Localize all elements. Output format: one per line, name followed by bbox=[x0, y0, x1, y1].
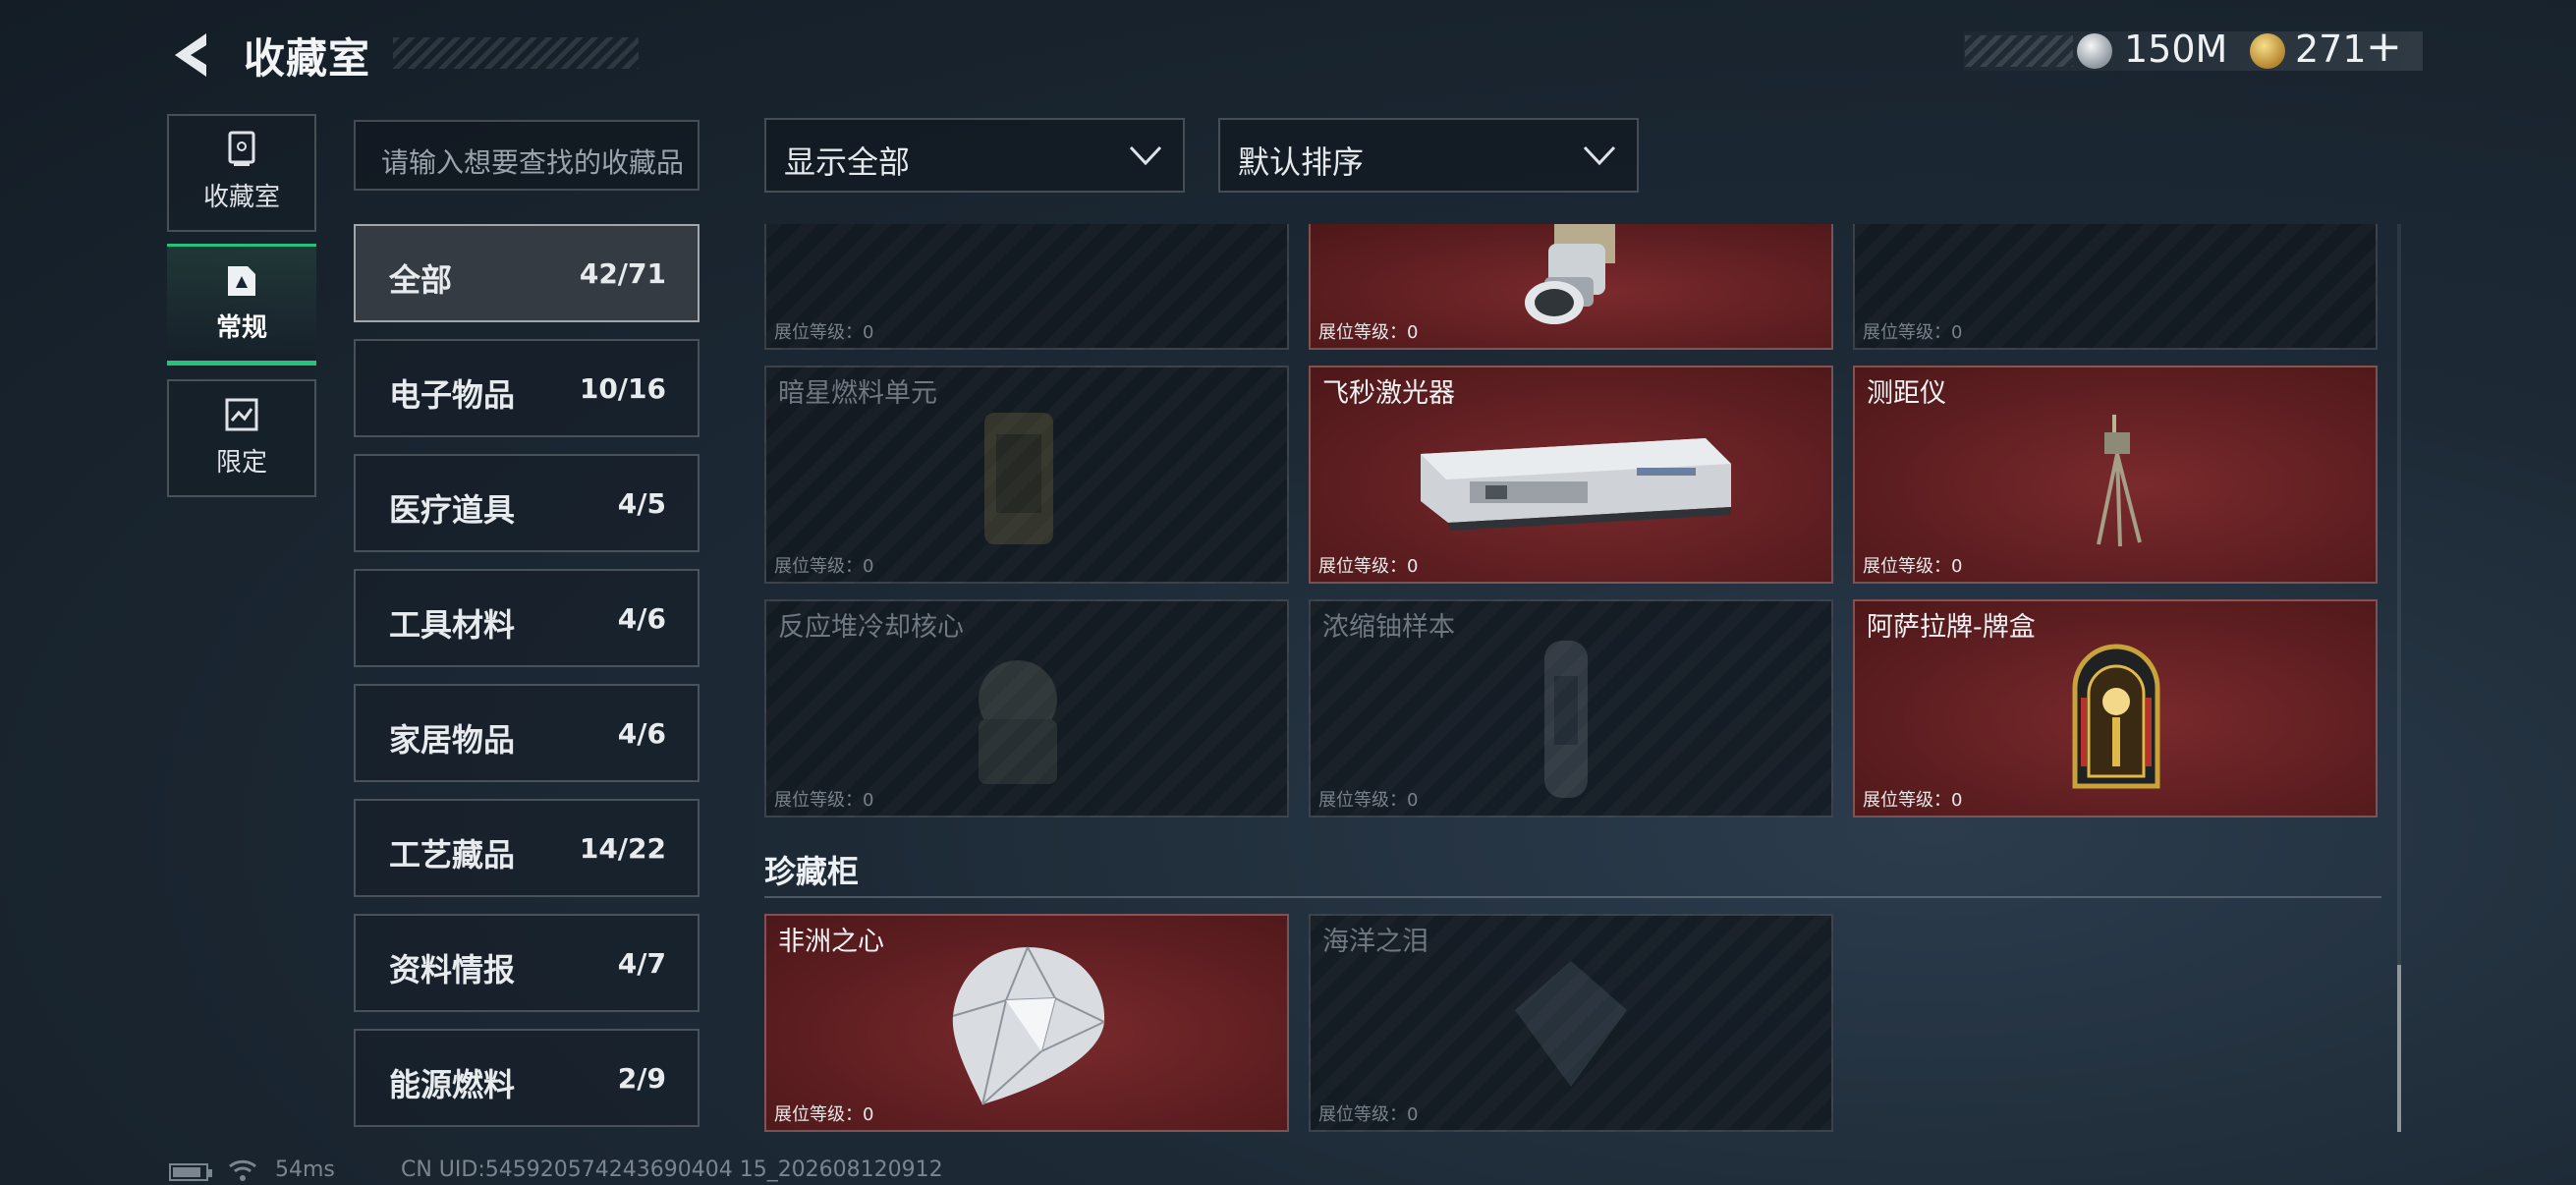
category-household[interactable]: 家居物品 4/6 bbox=[354, 684, 700, 782]
fuel-cell-icon bbox=[984, 413, 1053, 544]
category-count: 14/22 bbox=[579, 832, 666, 865]
collection-item-card[interactable]: 反应堆冷却核心 展位等级：0 bbox=[764, 599, 1289, 818]
add-currency-plus-icon[interactable]: + bbox=[2366, 26, 2402, 69]
item-name: 反应堆冷却核心 bbox=[778, 612, 964, 643]
dropdown-value: 显示全部 bbox=[784, 143, 911, 181]
side-tab-label: 限定 bbox=[215, 448, 267, 478]
item-name: 非洲之心 bbox=[778, 927, 884, 957]
category-tools[interactable]: 工具材料 4/6 bbox=[354, 569, 700, 667]
page-title: 收藏室 bbox=[244, 34, 371, 83]
category-medical[interactable]: 医疗道具 4/5 bbox=[354, 454, 700, 552]
chevron-down-icon bbox=[1129, 145, 1162, 166]
category-count: 4/5 bbox=[617, 487, 666, 520]
category-count: 4/6 bbox=[617, 602, 666, 635]
collection-item-card[interactable]: 浓缩铀样本 展位等级：0 bbox=[1309, 599, 1833, 818]
side-tab-limited[interactable]: 限定 bbox=[167, 379, 316, 497]
collection-item-card[interactable]: 展位等级：0 bbox=[1853, 224, 2378, 350]
uranium-sample-icon bbox=[1544, 641, 1588, 798]
category-label: 能源燃料 bbox=[389, 1066, 516, 1103]
limited-icon bbox=[225, 398, 258, 431]
lens-device-icon bbox=[1525, 224, 1615, 324]
category-count: 42/71 bbox=[579, 257, 666, 290]
treasure-item-card[interactable]: 海洋之泪 展位等级：0 bbox=[1309, 914, 1833, 1132]
silver-coin-icon bbox=[2077, 33, 2112, 69]
collection-room-icon bbox=[228, 131, 255, 166]
item-name: 浓缩铀样本 bbox=[1322, 612, 1455, 643]
treasure-item-card[interactable]: 非洲之心 展位等级：0 bbox=[764, 914, 1289, 1132]
booth-level-label: 展位等级：0 bbox=[774, 1104, 874, 1125]
item-name: 飞秒激光器 bbox=[1322, 378, 1455, 409]
side-tab-label: 常规 bbox=[215, 313, 267, 343]
gem-icon bbox=[1515, 961, 1627, 1087]
category-label: 资料情报 bbox=[389, 951, 516, 988]
booth-level-label: 展位等级：0 bbox=[774, 322, 874, 343]
ping-text: 54ms bbox=[275, 1157, 335, 1182]
category-crafts[interactable]: 工艺藏品 14/22 bbox=[354, 799, 700, 897]
item-name: 暗星燃料单元 bbox=[778, 378, 937, 409]
booth-level-label: 展位等级：0 bbox=[1318, 1104, 1419, 1125]
chevron-down-icon bbox=[1583, 145, 1616, 166]
gold-currency-amount: 271 bbox=[2295, 28, 2367, 71]
scrollbar-thumb[interactable] bbox=[2397, 965, 2401, 1132]
silver-currency-amount: 150M bbox=[2124, 28, 2228, 71]
collection-item-card[interactable]: 飞秒激光器 展位等级：0 bbox=[1309, 366, 1833, 584]
booth-level-label: 展位等级：0 bbox=[1318, 556, 1419, 577]
reactor-core-icon bbox=[979, 660, 1057, 784]
category-all[interactable]: 全部 42/71 bbox=[354, 224, 700, 322]
category-electronics[interactable]: 电子物品 10/16 bbox=[354, 339, 700, 437]
collection-search-input[interactable]: 请输入想要查找的收藏品 bbox=[354, 120, 700, 191]
side-tab-collection-room[interactable]: 收藏室 bbox=[167, 114, 316, 232]
collection-item-card[interactable]: 展位等级：0 bbox=[764, 224, 1289, 350]
booth-level-label: 展位等级：0 bbox=[774, 790, 874, 811]
booth-level-label: 展位等级：0 bbox=[1318, 790, 1419, 811]
back-arrow-icon[interactable] bbox=[167, 29, 218, 81]
collection-item-card[interactable]: 阿萨拉牌-牌盒 展位等级：0 bbox=[1853, 599, 2378, 818]
collection-item-card[interactable]: 测距仪 展位等级：0 bbox=[1853, 366, 2378, 584]
category-label: 电子物品 bbox=[389, 376, 516, 414]
category-label: 全部 bbox=[389, 261, 453, 299]
title-decoration bbox=[393, 37, 639, 69]
category-label: 工艺藏品 bbox=[389, 836, 516, 874]
regular-icon bbox=[228, 266, 255, 296]
booth-level-label: 展位等级：0 bbox=[1863, 790, 1963, 811]
booth-level-label: 展位等级：0 bbox=[774, 556, 874, 577]
item-name: 阿萨拉牌-牌盒 bbox=[1867, 612, 2036, 643]
category-count: 2/9 bbox=[617, 1062, 666, 1095]
category-count: 4/6 bbox=[617, 717, 666, 750]
dropdown-value: 默认排序 bbox=[1238, 143, 1365, 181]
uid-text: CN UID:545920574243690404 15_20260812091… bbox=[401, 1157, 943, 1182]
currency-bar-decoration bbox=[1965, 35, 2073, 67]
category-label: 工具材料 bbox=[389, 606, 516, 644]
treasure-section-title: 珍藏柜 bbox=[764, 853, 860, 890]
wifi-icon bbox=[229, 1159, 256, 1181]
gold-coin-icon bbox=[2250, 33, 2285, 69]
category-intel[interactable]: 资料情报 4/7 bbox=[354, 914, 700, 1012]
item-name: 海洋之泪 bbox=[1322, 927, 1428, 957]
category-count: 10/16 bbox=[579, 372, 666, 405]
sort-dropdown[interactable]: 默认排序 bbox=[1218, 118, 1639, 193]
diamond-icon bbox=[952, 946, 1105, 1105]
category-energy[interactable]: 能源燃料 2/9 bbox=[354, 1029, 700, 1127]
side-tab-label: 收藏室 bbox=[202, 183, 280, 212]
side-tab-regular[interactable]: 常规 bbox=[167, 244, 316, 366]
battery-icon bbox=[169, 1163, 212, 1181]
booth-level-label: 展位等级：0 bbox=[1318, 322, 1419, 343]
category-count: 4/7 bbox=[617, 947, 666, 980]
show-filter-dropdown[interactable]: 显示全部 bbox=[764, 118, 1185, 193]
collection-item-card[interactable]: 展位等级：0 bbox=[1309, 224, 1833, 350]
category-label: 医疗道具 bbox=[389, 491, 516, 529]
laser-device-icon bbox=[1421, 438, 1731, 531]
card-box-icon bbox=[2072, 644, 2160, 789]
collection-item-card[interactable]: 暗星燃料单元 展位等级：0 bbox=[764, 366, 1289, 584]
section-divider bbox=[764, 896, 2381, 898]
category-label: 家居物品 bbox=[389, 721, 516, 759]
booth-level-label: 展位等级：0 bbox=[1863, 556, 1963, 577]
booth-level-label: 展位等级：0 bbox=[1863, 322, 1963, 343]
rangefinder-tripod-icon bbox=[2097, 415, 2142, 547]
item-name: 测距仪 bbox=[1867, 378, 1946, 409]
